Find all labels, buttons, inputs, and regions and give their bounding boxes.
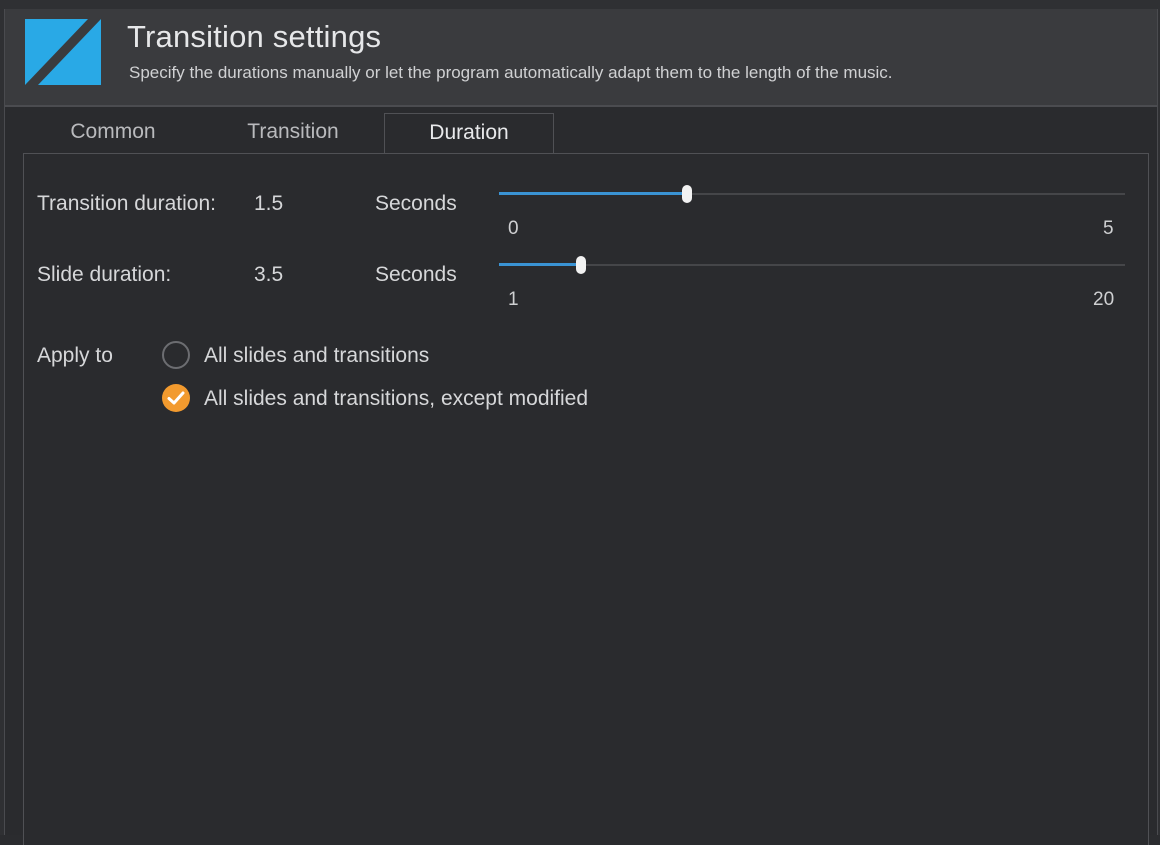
transition-duration-label: Transition duration: bbox=[37, 192, 216, 215]
transition-duration-max-label: 5 bbox=[1103, 218, 1114, 239]
slide-duration-max-label: 20 bbox=[1093, 289, 1115, 310]
slider-fill bbox=[499, 263, 581, 266]
slider-thumb[interactable] bbox=[682, 185, 692, 203]
dialog-window: Transition settings Specify the duration… bbox=[0, 0, 1160, 845]
tab-transition[interactable]: Transition bbox=[203, 113, 383, 153]
transition-duration-slider[interactable] bbox=[499, 184, 1125, 204]
transition-duration-value: 1.5 bbox=[254, 192, 284, 215]
tab-common[interactable]: Common bbox=[23, 113, 203, 153]
tab-duration[interactable]: Duration bbox=[384, 113, 554, 156]
transition-duration-min-label: 0 bbox=[508, 218, 519, 239]
radio-except-modified-label[interactable]: All slides and transitions, except modif… bbox=[204, 387, 588, 411]
radio-all-slides-label[interactable]: All slides and transitions bbox=[204, 344, 429, 368]
slide-duration-unit: Seconds bbox=[375, 263, 457, 286]
slide-duration-slider[interactable] bbox=[499, 255, 1125, 275]
transition-logo-icon bbox=[25, 19, 101, 85]
slide-duration-min-label: 1 bbox=[508, 289, 519, 310]
slide-duration-value: 3.5 bbox=[254, 263, 284, 286]
apply-to-label: Apply to bbox=[37, 344, 113, 367]
dialog-header: Transition settings Specify the duration… bbox=[5, 9, 1157, 107]
dialog-title: Transition settings bbox=[127, 19, 382, 54]
radio-except-modified[interactable] bbox=[162, 384, 190, 412]
transition-duration-unit: Seconds bbox=[375, 192, 457, 215]
slider-fill bbox=[499, 192, 687, 195]
radio-all-slides[interactable] bbox=[162, 341, 190, 369]
tab-bar: Common Transition Duration bbox=[23, 113, 1147, 156]
dialog-subtitle: Specify the durations manually or let th… bbox=[129, 63, 893, 82]
slider-track bbox=[499, 264, 1125, 266]
slider-thumb[interactable] bbox=[576, 256, 586, 274]
duration-panel: Transition duration: 1.5 Seconds 0 5 Sli… bbox=[23, 153, 1149, 845]
checkmark-icon bbox=[167, 391, 185, 405]
dialog-frame: Transition settings Specify the duration… bbox=[4, 9, 1158, 845]
slide-duration-label: Slide duration: bbox=[37, 263, 172, 286]
